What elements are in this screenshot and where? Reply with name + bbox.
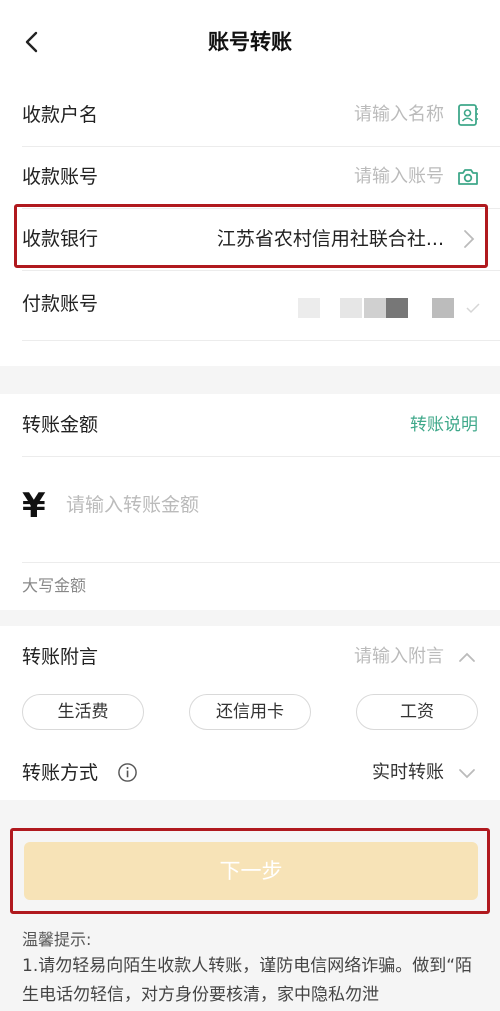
method-value: 实时转账	[372, 762, 444, 783]
transfer-info-link[interactable]: 转账说明	[410, 394, 478, 456]
note-row: 转账附言 请输入附言	[0, 626, 500, 688]
currency-symbol: ¥	[22, 486, 46, 526]
page-title: 账号转账	[208, 30, 292, 54]
divider	[22, 456, 500, 457]
payee-account-input[interactable]: 请输入账号	[354, 146, 444, 208]
note-label: 转账附言	[22, 646, 99, 668]
payee-account-row: 收款账号 请输入账号	[0, 146, 500, 208]
amount-label: 转账金额	[22, 414, 99, 436]
masked-account	[298, 298, 320, 318]
chevron-down-icon	[459, 769, 475, 779]
camera-icon[interactable]	[456, 165, 480, 189]
info-icon[interactable]	[117, 762, 138, 783]
next-button-highlight	[10, 828, 490, 914]
payee-name-input[interactable]: 请输入名称	[354, 84, 444, 146]
method-label: 转账方式	[22, 762, 99, 784]
masked-account	[340, 298, 362, 318]
uppercase-amount-label: 大写金额	[22, 576, 87, 595]
method-row[interactable]: 转账方式 实时转账	[0, 742, 500, 804]
check-icon	[466, 303, 480, 314]
tips-body: 1.请勿轻易向陌生收款人转账，谨防电信网络诈骗。做到“陌生电话勿轻信，对方身份要…	[22, 956, 473, 1005]
payee-name-label: 收款户名	[22, 104, 99, 126]
note-chip-credit-card[interactable]: 还信用卡	[189, 694, 311, 730]
divider	[22, 340, 500, 341]
payer-account-label: 付款账号	[22, 293, 99, 315]
divider	[22, 562, 500, 563]
contacts-icon[interactable]	[456, 103, 480, 127]
masked-account	[432, 298, 454, 318]
masked-account	[364, 298, 386, 318]
payee-account-label: 收款账号	[22, 166, 99, 188]
note-chip-living-expenses[interactable]: 生活费	[22, 694, 144, 730]
divider	[22, 270, 500, 271]
note-chip-salary[interactable]: 工资	[356, 694, 478, 730]
bank-row-highlight	[14, 204, 488, 268]
chevron-up-icon[interactable]	[458, 651, 476, 663]
note-input[interactable]: 请输入附言	[354, 626, 444, 688]
amount-header-row: 转账金额 转账说明	[0, 394, 500, 456]
tips-title: 温馨提示:	[22, 930, 92, 949]
nav-bar: 账号转账	[0, 0, 500, 84]
masked-account	[386, 298, 408, 318]
payer-account-row[interactable]: 付款账号	[0, 278, 500, 340]
amount-input[interactable]	[66, 494, 446, 516]
payee-name-row: 收款户名 请输入名称	[0, 84, 500, 146]
